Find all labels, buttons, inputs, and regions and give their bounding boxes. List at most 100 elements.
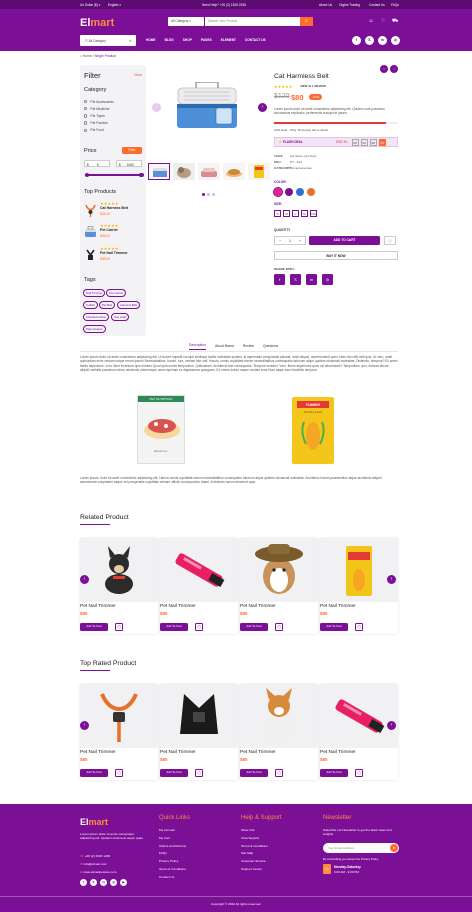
related-prev-button[interactable]: ‹ bbox=[80, 575, 89, 584]
tag-chip[interactable]: Collars bbox=[83, 301, 98, 309]
category-item[interactable]: Pet Toyes bbox=[84, 112, 114, 119]
nav-shop[interactable]: SHOP bbox=[183, 38, 192, 42]
price-slider-track[interactable] bbox=[84, 172, 144, 177]
language-select[interactable]: English ▾ bbox=[108, 3, 121, 7]
tag-chip[interactable]: Sac scarf bbox=[111, 313, 130, 321]
top-rated-next-button[interactable]: › bbox=[387, 721, 396, 730]
color-swatch[interactable] bbox=[296, 188, 304, 196]
facebook-icon[interactable]: f bbox=[80, 879, 87, 886]
breadcrumb-home[interactable]: Home bbox=[83, 54, 92, 58]
product-image[interactable] bbox=[160, 538, 238, 602]
logo[interactable]: Elmart bbox=[80, 17, 114, 29]
price-filter-button[interactable]: Filter bbox=[122, 147, 142, 154]
footer-link[interactable]: My Account bbox=[159, 828, 186, 836]
tab-about-brand[interactable]: About Brand bbox=[215, 344, 234, 348]
tag-chip[interactable]: Nail Trimmer bbox=[83, 289, 106, 297]
category-item[interactable]: Pet Medicine bbox=[84, 105, 114, 112]
linkedin-icon[interactable]: in bbox=[100, 879, 107, 886]
add-to-cart-button[interactable]: Add To Cart bbox=[240, 623, 268, 631]
checkbox[interactable] bbox=[84, 107, 88, 111]
bag-icon[interactable]: ◫ bbox=[275, 623, 283, 631]
add-to-cart-button[interactable]: Add To Cart bbox=[80, 623, 108, 631]
gallery-dot[interactable] bbox=[212, 193, 215, 196]
search-category-select[interactable]: All Category ▾ bbox=[168, 17, 204, 26]
thumbnail-4[interactable] bbox=[223, 163, 245, 180]
product-card[interactable]: Pet Nail Trimmer $80 Add To Cart ◫ bbox=[160, 684, 238, 780]
top-link-faqs[interactable]: FAQs bbox=[391, 3, 399, 7]
footer-link[interactable]: FAQs bbox=[159, 851, 186, 859]
top-link-contact[interactable]: Contact Us bbox=[369, 3, 385, 7]
price-min-field[interactable]: $5 bbox=[84, 160, 110, 167]
instagram-icon[interactable]: ◎ bbox=[322, 274, 333, 285]
newsletter-email-input[interactable]: Your Email Address bbox=[323, 843, 399, 853]
size-option[interactable]: S bbox=[274, 210, 281, 217]
top-link-trading[interactable]: Orgine Trading bbox=[339, 3, 360, 7]
heart-icon[interactable]: ♡ bbox=[380, 18, 386, 24]
related-next-button[interactable]: › bbox=[387, 575, 396, 584]
footer-link[interactable]: Terms & Conditions bbox=[241, 844, 268, 852]
footer-link[interactable]: Chat Support bbox=[241, 836, 268, 844]
product-name[interactable]: Pet Nail Trimmer bbox=[240, 750, 276, 755]
footer-link[interactable]: Orders and Returns bbox=[159, 844, 186, 852]
currency-select[interactable]: Us Dollar ($) ▾ bbox=[80, 3, 100, 7]
linkedin-icon[interactable]: in bbox=[378, 36, 387, 45]
tag-chip[interactable]: Paw Cleaner bbox=[83, 325, 106, 333]
footer-link[interactable]: Site Map bbox=[241, 851, 268, 859]
product-name[interactable]: Pet Nail Trimmer bbox=[80, 604, 116, 609]
product-image[interactable] bbox=[80, 538, 158, 602]
footer-link[interactable]: Store Info bbox=[241, 828, 268, 836]
search-input[interactable]: Search Your Product bbox=[205, 17, 300, 26]
x-icon[interactable]: 𝕏 bbox=[290, 274, 301, 285]
product-image[interactable] bbox=[160, 684, 238, 748]
thumbnail-5[interactable] bbox=[248, 163, 270, 180]
checkbox[interactable] bbox=[84, 121, 88, 125]
gallery-next-button[interactable]: › bbox=[258, 103, 267, 112]
bag-icon[interactable]: ◫ bbox=[195, 623, 203, 631]
quantity-value[interactable]: 1 bbox=[289, 239, 291, 243]
checkbox[interactable] bbox=[84, 114, 88, 118]
color-swatch[interactable] bbox=[307, 188, 315, 196]
footer-link[interactable]: Terms & Conditions bbox=[159, 867, 186, 875]
product-image[interactable] bbox=[320, 538, 398, 602]
add-to-cart-button[interactable]: Add To Cart bbox=[320, 623, 348, 631]
add-to-cart-button[interactable]: Add To Cart bbox=[80, 769, 108, 777]
footer-logo[interactable]: Elmart bbox=[80, 817, 108, 827]
product-image[interactable] bbox=[240, 684, 318, 748]
nav-element[interactable]: ELEMENT bbox=[221, 38, 236, 42]
tab-review[interactable]: Review bbox=[243, 344, 254, 348]
bag-icon[interactable]: ◫ bbox=[195, 769, 203, 777]
increase-button[interactable]: + bbox=[299, 239, 301, 243]
facebook-icon[interactable]: f bbox=[352, 36, 361, 45]
category-item[interactable]: Pet Food bbox=[84, 127, 114, 134]
buy-now-button[interactable]: BUY IT NOW bbox=[274, 251, 398, 260]
thumbnail-3[interactable] bbox=[198, 163, 220, 180]
tab-questions[interactable]: Questions bbox=[263, 344, 278, 348]
bag-icon[interactable]: ◫ bbox=[115, 769, 123, 777]
bag-icon[interactable]: ◫ bbox=[115, 623, 123, 631]
add-to-cart-button[interactable]: Add To Cart bbox=[160, 769, 188, 777]
gallery-prev-button[interactable]: ‹ bbox=[152, 103, 161, 112]
bag-icon[interactable]: ◫ bbox=[275, 769, 283, 777]
view-all-review-link[interactable]: VIEW ALL REVIEW bbox=[300, 84, 326, 88]
add-to-cart-button[interactable]: ADD TO CART bbox=[309, 236, 380, 245]
product-name[interactable]: Pet Nail Trimmer bbox=[160, 604, 196, 609]
top-product-item[interactable]: ★★★★★ Pet Nail Trimmer $35.00 bbox=[84, 246, 142, 266]
tag-chip[interactable]: Checked cotton bbox=[83, 313, 110, 321]
nav-blog[interactable]: BLOG bbox=[165, 38, 174, 42]
all-category-dropdown[interactable]: ☰ All Category ▾ bbox=[80, 35, 136, 46]
product-card[interactable]: Pet Nail Trimmer $80 Add To Cart ◫ bbox=[80, 684, 158, 780]
thumbnail-1[interactable] bbox=[148, 163, 170, 180]
checkbox[interactable] bbox=[84, 128, 88, 133]
product-name[interactable]: Pet Nail Trimmer bbox=[80, 750, 116, 755]
thumbnail-2[interactable] bbox=[173, 163, 195, 180]
nav-contact[interactable]: CONTACT US bbox=[245, 38, 266, 42]
bag-icon[interactable]: ◫ bbox=[355, 769, 363, 777]
send-icon[interactable]: ➤ bbox=[390, 844, 398, 852]
top-rated-prev-button[interactable]: ‹ bbox=[80, 721, 89, 730]
product-image[interactable] bbox=[80, 684, 158, 748]
footer-link[interactable]: My Cart bbox=[159, 836, 186, 844]
product-card[interactable]: Pet Nail Trimmer $80 Add To Cart ◫ bbox=[160, 538, 238, 634]
tab-description[interactable]: Description bbox=[189, 343, 206, 350]
product-next-button[interactable]: › bbox=[390, 65, 398, 73]
footer-email[interactable]: ✉ info@elmart.com bbox=[80, 862, 107, 866]
